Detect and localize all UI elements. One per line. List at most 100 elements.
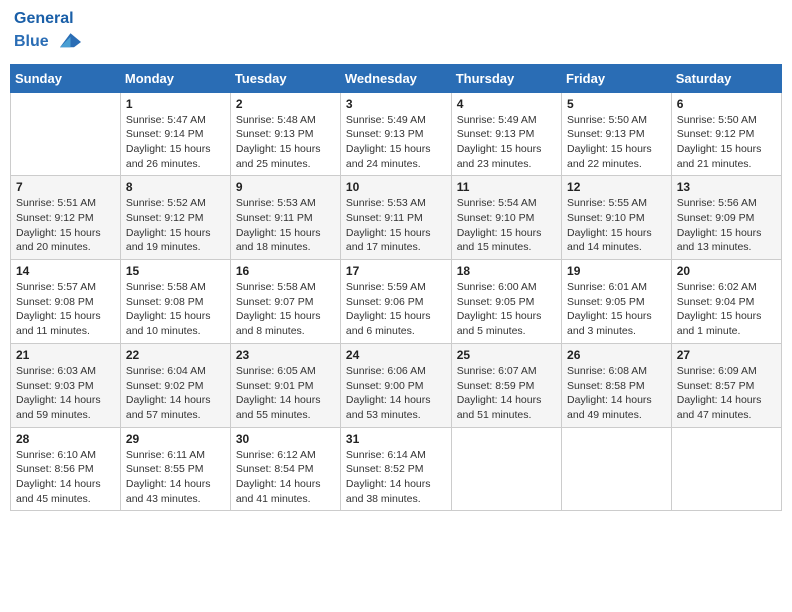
day-number: 18: [457, 264, 556, 278]
day-info: Sunrise: 5:56 AM Sunset: 9:09 PM Dayligh…: [677, 196, 776, 255]
calendar-cell: 10 Sunrise: 5:53 AM Sunset: 9:11 PM Dayli…: [340, 176, 451, 260]
calendar-cell: 4 Sunrise: 5:49 AM Sunset: 9:13 PM Daylig…: [451, 92, 561, 176]
day-number: 27: [677, 348, 776, 362]
calendar-cell: 5 Sunrise: 5:50 AM Sunset: 9:13 PM Daylig…: [562, 92, 672, 176]
calendar-cell: 18 Sunrise: 6:00 AM Sunset: 9:05 PM Dayli…: [451, 260, 561, 344]
calendar-cell: 9 Sunrise: 5:53 AM Sunset: 9:11 PM Daylig…: [230, 176, 340, 260]
calendar-cell: 6 Sunrise: 5:50 AM Sunset: 9:12 PM Daylig…: [671, 92, 781, 176]
logo-text: General: [14, 10, 81, 28]
calendar-cell: 2 Sunrise: 5:48 AM Sunset: 9:13 PM Daylig…: [230, 92, 340, 176]
calendar-cell: 31 Sunrise: 6:14 AM Sunset: 8:52 PM Dayli…: [340, 427, 451, 511]
day-info: Sunrise: 5:50 AM Sunset: 9:12 PM Dayligh…: [677, 113, 776, 172]
day-number: 19: [567, 264, 666, 278]
day-info: Sunrise: 5:49 AM Sunset: 9:13 PM Dayligh…: [457, 113, 556, 172]
calendar-cell: 24 Sunrise: 6:06 AM Sunset: 9:00 PM Dayli…: [340, 343, 451, 427]
day-info: Sunrise: 5:50 AM Sunset: 9:13 PM Dayligh…: [567, 113, 666, 172]
week-row-5: 28Sunrise: 6:10 AM Sunset: 8:56 PM Dayli…: [11, 427, 782, 511]
day-number: 29: [126, 432, 225, 446]
day-info: Sunrise: 5:51 AM Sunset: 9:12 PM Dayligh…: [16, 196, 115, 255]
day-number: 22: [126, 348, 225, 362]
day-info: Sunrise: 5:58 AM Sunset: 9:07 PM Dayligh…: [236, 280, 335, 339]
day-info: Sunrise: 6:12 AM Sunset: 8:54 PM Dayligh…: [236, 448, 335, 507]
weekday-friday: Friday: [562, 64, 672, 92]
day-number: 31: [346, 432, 446, 446]
day-number: 4: [457, 97, 556, 111]
day-info: Sunrise: 5:59 AM Sunset: 9:06 PM Dayligh…: [346, 280, 446, 339]
day-info: Sunrise: 6:06 AM Sunset: 9:00 PM Dayligh…: [346, 364, 446, 423]
calendar-cell: 28Sunrise: 6:10 AM Sunset: 8:56 PM Dayli…: [11, 427, 121, 511]
calendar-cell: 25 Sunrise: 6:07 AM Sunset: 8:59 PM Dayli…: [451, 343, 561, 427]
calendar-cell: 11 Sunrise: 5:54 AM Sunset: 9:10 PM Dayli…: [451, 176, 561, 260]
calendar-cell: 1Sunrise: 5:47 AM Sunset: 9:14 PM Daylig…: [120, 92, 230, 176]
day-number: 8: [126, 180, 225, 194]
calendar-cell: 12 Sunrise: 5:55 AM Sunset: 9:10 PM Dayli…: [562, 176, 672, 260]
calendar-cell: 19 Sunrise: 6:01 AM Sunset: 9:05 PM Dayli…: [562, 260, 672, 344]
day-number: 5: [567, 97, 666, 111]
calendar-cell: [451, 427, 561, 511]
calendar-body: 1Sunrise: 5:47 AM Sunset: 9:14 PM Daylig…: [11, 92, 782, 511]
weekday-thursday: Thursday: [451, 64, 561, 92]
calendar-cell: 29 Sunrise: 6:11 AM Sunset: 8:55 PM Dayli…: [120, 427, 230, 511]
day-number: 23: [236, 348, 335, 362]
day-number: 26: [567, 348, 666, 362]
day-info: Sunrise: 6:02 AM Sunset: 9:04 PM Dayligh…: [677, 280, 776, 339]
day-info: Sunrise: 6:11 AM Sunset: 8:55 PM Dayligh…: [126, 448, 225, 507]
day-number: 9: [236, 180, 335, 194]
calendar-cell: 17 Sunrise: 5:59 AM Sunset: 9:06 PM Dayli…: [340, 260, 451, 344]
calendar-cell: 3Sunrise: 5:49 AM Sunset: 9:13 PM Daylig…: [340, 92, 451, 176]
weekday-saturday: Saturday: [671, 64, 781, 92]
week-row-2: 7 Sunrise: 5:51 AM Sunset: 9:12 PM Daylig…: [11, 176, 782, 260]
day-number: 25: [457, 348, 556, 362]
calendar-cell: 7 Sunrise: 5:51 AM Sunset: 9:12 PM Daylig…: [11, 176, 121, 260]
day-number: 10: [346, 180, 446, 194]
calendar-cell: 23Sunrise: 6:05 AM Sunset: 9:01 PM Dayli…: [230, 343, 340, 427]
day-number: 20: [677, 264, 776, 278]
week-row-1: 1Sunrise: 5:47 AM Sunset: 9:14 PM Daylig…: [11, 92, 782, 176]
day-number: 13: [677, 180, 776, 194]
day-number: 6: [677, 97, 776, 111]
day-info: Sunrise: 5:53 AM Sunset: 9:11 PM Dayligh…: [236, 196, 335, 255]
day-info: Sunrise: 5:48 AM Sunset: 9:13 PM Dayligh…: [236, 113, 335, 172]
week-row-4: 21 Sunrise: 6:03 AM Sunset: 9:03 PM Dayli…: [11, 343, 782, 427]
day-number: 7: [16, 180, 115, 194]
calendar-cell: 15 Sunrise: 5:58 AM Sunset: 9:08 PM Dayli…: [120, 260, 230, 344]
day-info: Sunrise: 6:08 AM Sunset: 8:58 PM Dayligh…: [567, 364, 666, 423]
calendar-cell: 16 Sunrise: 5:58 AM Sunset: 9:07 PM Dayli…: [230, 260, 340, 344]
day-info: Sunrise: 6:00 AM Sunset: 9:05 PM Dayligh…: [457, 280, 556, 339]
day-number: 30: [236, 432, 335, 446]
calendar-cell: 26 Sunrise: 6:08 AM Sunset: 8:58 PM Dayli…: [562, 343, 672, 427]
day-number: 11: [457, 180, 556, 194]
day-number: 21: [16, 348, 115, 362]
calendar-cell: [562, 427, 672, 511]
day-number: 2: [236, 97, 335, 111]
day-info: Sunrise: 6:04 AM Sunset: 9:02 PM Dayligh…: [126, 364, 225, 423]
day-info: Sunrise: 6:07 AM Sunset: 8:59 PM Dayligh…: [457, 364, 556, 423]
day-number: 12: [567, 180, 666, 194]
calendar-cell: 30 Sunrise: 6:12 AM Sunset: 8:54 PM Dayli…: [230, 427, 340, 511]
calendar-cell: 13 Sunrise: 5:56 AM Sunset: 9:09 PM Dayli…: [671, 176, 781, 260]
day-info: Sunrise: 5:58 AM Sunset: 9:08 PM Dayligh…: [126, 280, 225, 339]
day-number: 24: [346, 348, 446, 362]
calendar-cell: [671, 427, 781, 511]
weekday-tuesday: Tuesday: [230, 64, 340, 92]
calendar-cell: 27 Sunrise: 6:09 AM Sunset: 8:57 PM Dayli…: [671, 343, 781, 427]
weekday-sunday: Sunday: [11, 64, 121, 92]
day-info: Sunrise: 5:53 AM Sunset: 9:11 PM Dayligh…: [346, 196, 446, 255]
day-info: Sunrise: 5:57 AM Sunset: 9:08 PM Dayligh…: [16, 280, 115, 339]
day-number: 17: [346, 264, 446, 278]
day-info: Sunrise: 6:14 AM Sunset: 8:52 PM Dayligh…: [346, 448, 446, 507]
day-info: Sunrise: 6:01 AM Sunset: 9:05 PM Dayligh…: [567, 280, 666, 339]
calendar-cell: 8Sunrise: 5:52 AM Sunset: 9:12 PM Daylig…: [120, 176, 230, 260]
day-number: 28: [16, 432, 115, 446]
calendar-cell: 14Sunrise: 5:57 AM Sunset: 9:08 PM Dayli…: [11, 260, 121, 344]
day-number: 15: [126, 264, 225, 278]
day-info: Sunrise: 6:09 AM Sunset: 8:57 PM Dayligh…: [677, 364, 776, 423]
day-number: 1: [126, 97, 225, 111]
day-info: Sunrise: 6:03 AM Sunset: 9:03 PM Dayligh…: [16, 364, 115, 423]
day-number: 16: [236, 264, 335, 278]
day-info: Sunrise: 5:54 AM Sunset: 9:10 PM Dayligh…: [457, 196, 556, 255]
week-row-3: 14Sunrise: 5:57 AM Sunset: 9:08 PM Dayli…: [11, 260, 782, 344]
weekday-wednesday: Wednesday: [340, 64, 451, 92]
day-number: 3: [346, 97, 446, 111]
day-info: Sunrise: 5:55 AM Sunset: 9:10 PM Dayligh…: [567, 196, 666, 255]
